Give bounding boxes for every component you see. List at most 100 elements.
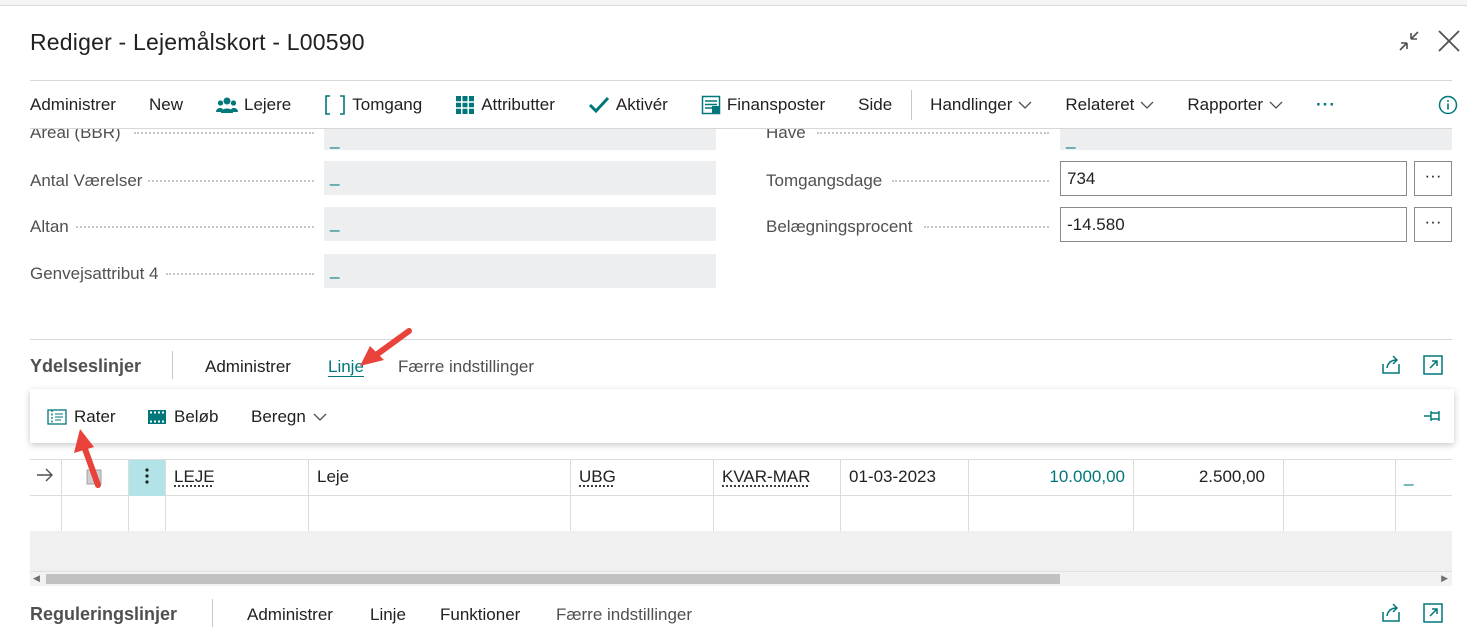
subaction-belob[interactable]: Beløb	[147, 407, 218, 427]
cell-kalendermetode[interactable]: KVAR-MAR	[713, 460, 840, 496]
chevron-down-icon	[1018, 100, 1032, 110]
field-value-antal-vaerelser[interactable]: _	[324, 161, 716, 195]
line-actions-subbar: Rater Beløb Beregn	[30, 389, 1454, 443]
scroll-right-icon[interactable]: ▶	[1441, 573, 1448, 584]
section-action-administrer[interactable]: Administrer	[205, 357, 291, 377]
field-value-areal[interactable]: _	[324, 129, 716, 150]
field-input-tomgangsdage[interactable]: 734	[1060, 161, 1407, 196]
menu-handlinger[interactable]: Handlinger	[930, 95, 1032, 115]
action-aktiver[interactable]: Aktivér	[588, 95, 668, 115]
field-leader	[166, 273, 314, 275]
action-tomgang[interactable]: Tomgang	[324, 94, 422, 116]
section-separator	[172, 351, 173, 379]
row-menu-button[interactable]	[128, 460, 165, 496]
pin-icon[interactable]	[1423, 408, 1443, 424]
scrollbar-thumb[interactable]	[46, 574, 1060, 584]
checkmark-icon	[588, 95, 610, 115]
cell-betingelser[interactable]: UBG	[570, 460, 713, 496]
action-bar-top-divider	[30, 80, 1452, 81]
action-administrer[interactable]: Administrer	[30, 95, 116, 115]
empty-cell[interactable]	[165, 496, 308, 532]
section-divider	[30, 339, 1452, 340]
lookup-button-belaegningsprocent[interactable]: ···	[1414, 207, 1452, 242]
lookup-button-tomgangsdage[interactable]: ···	[1414, 161, 1452, 196]
field-label-antal-vaerelser: Antal Værelser	[30, 171, 143, 190]
scroll-left-icon[interactable]: ◀	[33, 573, 40, 584]
field-leader	[924, 226, 1049, 228]
more-options-button[interactable]: ···	[1316, 95, 1336, 115]
empty-cell[interactable]	[61, 496, 128, 532]
field-input-belaegningsprocent[interactable]: -14.580	[1060, 207, 1407, 242]
cell-terminsbelob[interactable]: 2.500,00	[1133, 460, 1283, 496]
empty-cell[interactable]	[308, 496, 570, 532]
cell-beskrivelse[interactable]: Leje	[308, 460, 570, 496]
people-icon	[215, 96, 238, 114]
share-icon[interactable]	[1380, 354, 1402, 376]
empty-cell[interactable]	[1133, 496, 1283, 532]
section-separator	[212, 599, 213, 627]
empty-cell[interactable]	[1395, 496, 1452, 532]
menu-relateret[interactable]: Relateret	[1065, 95, 1154, 115]
table-row[interactable]: LEJE Leje UBG KVAR-MAR 01-03-2023 10.000…	[30, 460, 1452, 496]
empty-cell[interactable]	[968, 496, 1133, 532]
grid-icon	[455, 95, 475, 115]
action-attributter[interactable]: Attributter	[455, 95, 555, 115]
field-value-have[interactable]: _	[1060, 129, 1452, 150]
horizontal-scrollbar[interactable]: ◀ ▶	[30, 571, 1452, 586]
empty-cell[interactable]	[1283, 496, 1395, 532]
action-side[interactable]: Side	[858, 95, 892, 115]
action-finansposter[interactable]: Finansposter	[701, 95, 825, 115]
cell-opkraev[interactable]: _	[1395, 460, 1452, 496]
cell-startdato[interactable]: 01-03-2023	[840, 460, 968, 496]
action-new[interactable]: New	[149, 95, 183, 115]
ydelseslinjer-table: LEJE Leje UBG KVAR-MAR 01-03-2023 10.000…	[30, 459, 1452, 532]
field-label-tomgangsdage: Tomgangsdage	[766, 171, 883, 190]
section2-action-administrer[interactable]: Administrer	[247, 605, 333, 625]
action-bar: Administrer New Lejere Tomgang Attributt…	[30, 82, 1369, 128]
share-icon[interactable]	[1380, 602, 1402, 624]
empty-cell[interactable]	[30, 496, 61, 532]
page-title: Rediger - Lejemålskort - L00590	[30, 29, 365, 55]
section2-action-funktioner[interactable]: Funktioner	[440, 605, 520, 625]
scroll-clip-row: Areal (BBR) _ Have _	[0, 129, 1467, 151]
table-row-empty[interactable]	[30, 496, 1452, 532]
section-title-reguleringslinjer[interactable]: Reguleringslinjer	[30, 604, 177, 625]
close-icon[interactable]	[1436, 28, 1462, 54]
annotation-arrow-icon	[360, 328, 412, 366]
field-label-genvejsattribut-4: Genvejsattribut 4	[30, 264, 159, 283]
film-strip-icon	[147, 409, 167, 425]
table-empty-area	[30, 531, 1452, 571]
collapse-icon[interactable]	[1396, 28, 1422, 54]
field-leader	[134, 132, 314, 134]
section2-action-faerre-indstillinger[interactable]: Færre indstillinger	[556, 605, 692, 625]
field-leader	[892, 180, 1049, 182]
section-action-faerre-indstillinger[interactable]: Færre indstillinger	[398, 357, 534, 377]
annotation-arrow-icon	[74, 429, 101, 488]
empty-cell[interactable]	[840, 496, 968, 532]
info-icon[interactable]	[1438, 95, 1458, 115]
cell-slutdato[interactable]	[1283, 460, 1395, 496]
cell-arligt-belob[interactable]: 10.000,00	[968, 460, 1133, 496]
field-value-altan[interactable]: _	[324, 207, 716, 241]
background-page-strip	[0, 0, 1467, 6]
brackets-icon	[324, 94, 346, 116]
subaction-beregn[interactable]: Beregn	[251, 407, 327, 427]
row-selector-arrow-icon[interactable]	[30, 460, 61, 496]
empty-cell[interactable]	[713, 496, 840, 532]
field-leader	[148, 180, 314, 182]
expand-icon[interactable]	[1422, 354, 1444, 376]
field-label-have: Have	[766, 129, 806, 142]
empty-cell[interactable]	[128, 496, 165, 532]
action-lejere[interactable]: Lejere	[215, 95, 291, 115]
field-leader	[76, 226, 314, 228]
section-title-ydelseslinjer[interactable]: Ydelseslinjer	[30, 356, 141, 377]
chevron-down-icon	[1269, 100, 1283, 110]
field-value-genvejsattribut-4[interactable]: _	[324, 254, 716, 288]
section2-action-linje[interactable]: Linje	[370, 605, 406, 625]
menu-rapporter[interactable]: Rapporter	[1187, 95, 1283, 115]
cell-ydelsestype[interactable]: LEJE	[165, 460, 308, 496]
expand-icon[interactable]	[1422, 602, 1444, 624]
empty-cell[interactable]	[570, 496, 713, 532]
subaction-rater[interactable]: Rater	[47, 407, 116, 427]
chevron-down-icon	[313, 412, 327, 422]
